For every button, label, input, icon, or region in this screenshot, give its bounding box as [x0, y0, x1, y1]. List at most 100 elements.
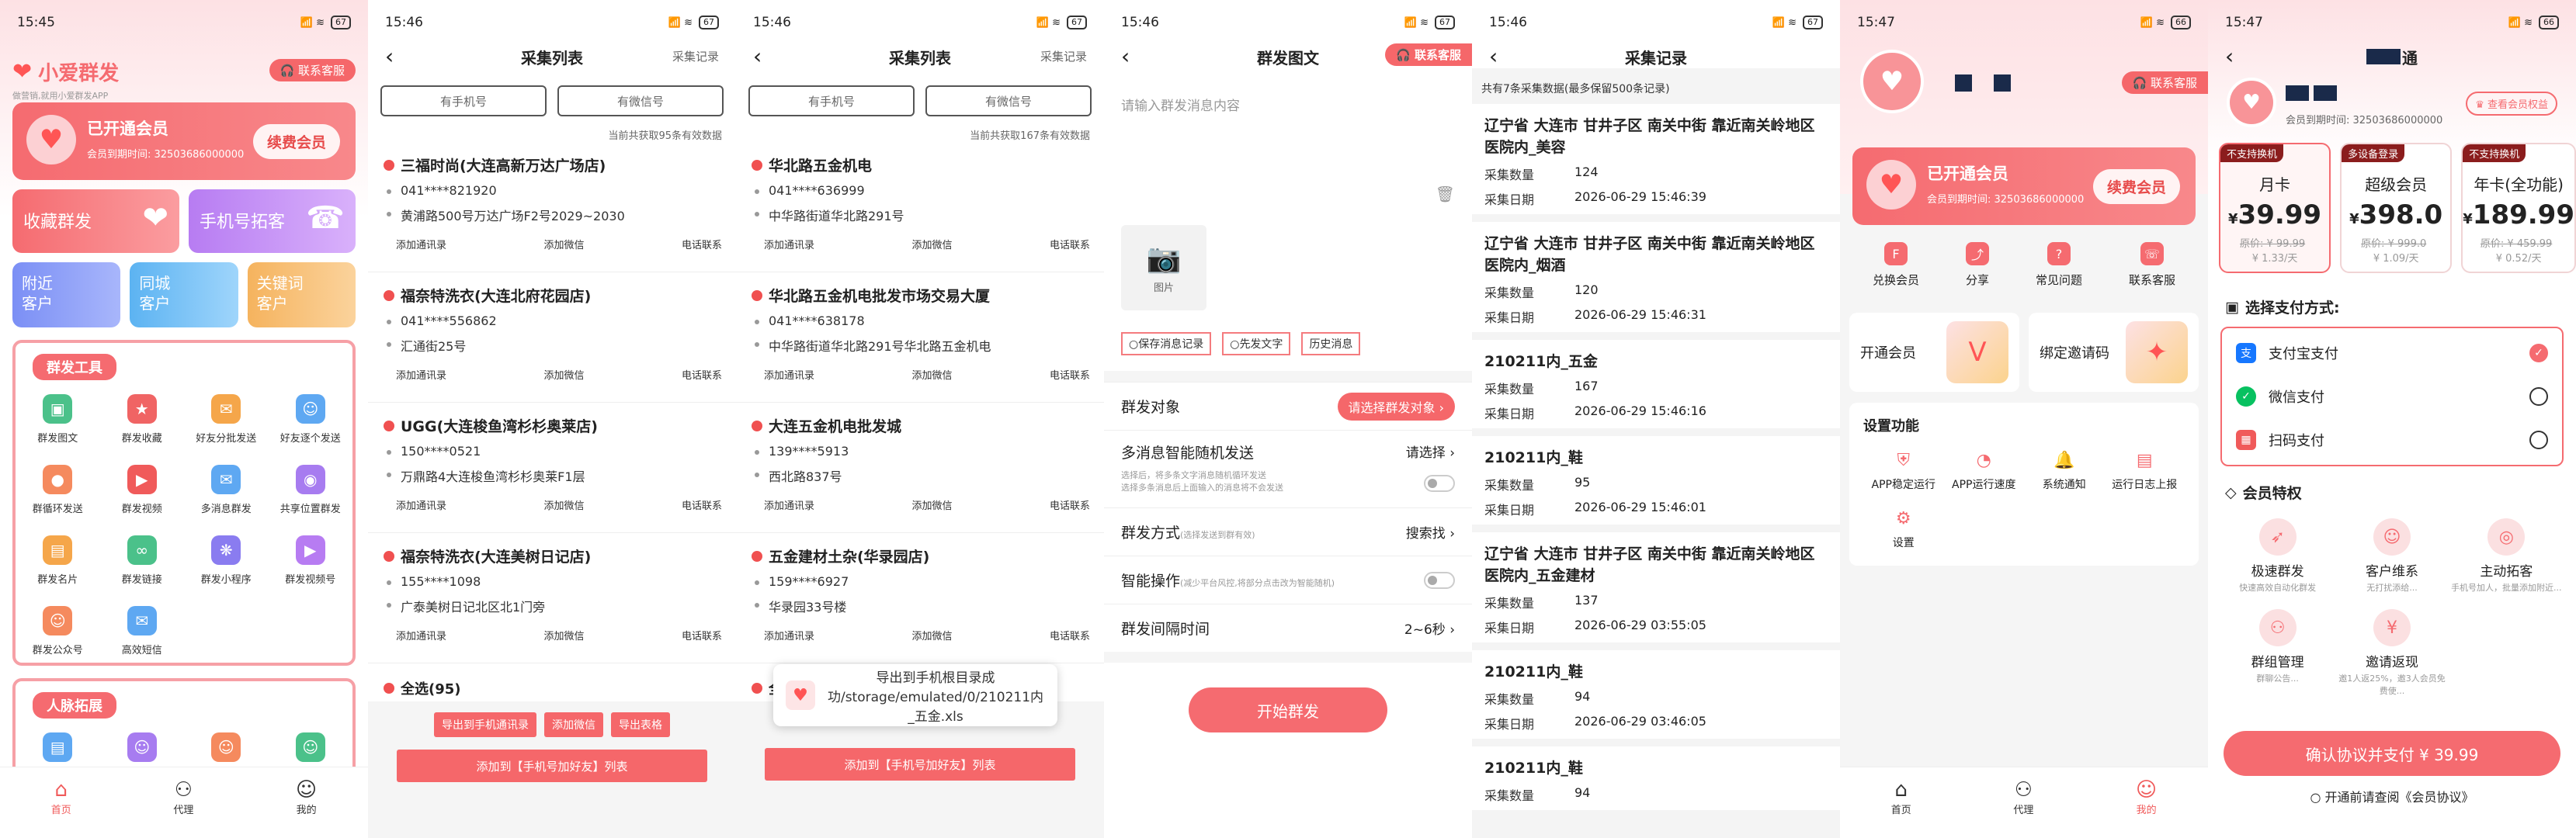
- tile-phone-prospect[interactable]: 手机号拓客 ☎: [189, 189, 356, 253]
- radio[interactable]: [2529, 387, 2548, 406]
- add-wechat-button[interactable]: 添加微信: [543, 237, 584, 251]
- tile-keyword-customers[interactable]: 关键词 客户: [247, 262, 356, 327]
- tool-item[interactable]: ★ 群发收藏: [100, 394, 185, 445]
- add-wechat-button[interactable]: 添加微信: [911, 237, 952, 251]
- tool-item[interactable]: ☺ 群发公众号: [16, 606, 100, 656]
- nav-home[interactable]: ⌂ 首页: [51, 778, 71, 816]
- add-wechat-button[interactable]: 添加微信: [543, 628, 584, 642]
- nav-mine[interactable]: ☺ 我的: [2136, 778, 2157, 816]
- add-wechat-button[interactable]: 添加微信: [543, 497, 584, 512]
- call-button[interactable]: 电话联系: [682, 628, 722, 642]
- back-icon[interactable]: ‹: [753, 45, 762, 68]
- smart-op-toggle[interactable]: [1424, 571, 1455, 589]
- tool-item[interactable]: ▤ 群发名片: [16, 535, 100, 586]
- select-target-button[interactable]: 请选择群发对象 ›: [1337, 392, 1455, 421]
- add-image-button[interactable]: 📷 图片: [1121, 225, 1206, 310]
- history-button[interactable]: 历史消息: [1301, 332, 1361, 355]
- pay-qrcode[interactable]: ▦ 扫码支付: [2236, 418, 2548, 462]
- faq-button[interactable]: ? 常见问题: [2036, 242, 2082, 288]
- plan-super[interactable]: 多设备登录 超级会员 ¥398.0 原价: ¥ 999.0 ¥ 1.09/天: [2340, 143, 2453, 273]
- tool-item[interactable]: ▣ 群发图文: [16, 394, 100, 445]
- collect-records-link[interactable]: 采集记录: [1040, 48, 1087, 64]
- add-wechat-bulk-button[interactable]: 添加微信: [544, 712, 603, 737]
- add-wechat-button[interactable]: 添加微信: [911, 497, 952, 512]
- add-contact-button[interactable]: 添加通讯录: [764, 237, 814, 251]
- contact-service-button[interactable]: 🎧 联系客服: [1385, 43, 1472, 66]
- call-button[interactable]: 电话联系: [682, 367, 722, 382]
- tile-nearby-customers[interactable]: 附近 客户: [12, 262, 121, 327]
- add-wechat-button[interactable]: 添加微信: [911, 367, 952, 382]
- call-button[interactable]: 电话联系: [682, 237, 722, 251]
- record-item[interactable]: 辽宁省 大连市 甘井子区 南关中街 靠近南关岭地区医院内_五金建材 采集数量 137…: [1472, 532, 1840, 650]
- add-wechat-button[interactable]: 添加微信: [543, 367, 584, 382]
- record-item[interactable]: 辽宁省 大连市 甘井子区 南关中街 靠近南关岭地区医院内_烟酒 采集数量 120 采集…: [1472, 222, 1840, 340]
- add-contact-button[interactable]: 添加通讯录: [396, 237, 446, 251]
- record-item[interactable]: 210211内_五金 采集数量 167 采集日期 2026-06-29 15:46:16: [1472, 340, 1840, 436]
- tool-item[interactable]: ▶ 群发视频: [100, 465, 185, 515]
- agreement-checkbox[interactable]: ○ 开通前请查阅《会员协议》: [2208, 787, 2576, 805]
- export-sheet-button[interactable]: 导出表格: [611, 712, 670, 737]
- start-send-button[interactable]: 开始群发: [1189, 687, 1387, 732]
- open-member-card[interactable]: 开通会员 V: [1849, 313, 2019, 392]
- back-icon[interactable]: ‹: [2225, 45, 2234, 68]
- nav-mine[interactable]: ☺ 我的: [296, 778, 317, 816]
- tool-item[interactable]: ▶ 群发视频号: [269, 535, 353, 586]
- text-first-checkbox[interactable]: ○先发文字: [1222, 332, 1291, 355]
- app-stable-run[interactable]: ⛨ APP稳定运行: [1863, 451, 1944, 492]
- add-to-phone-friend-list-button[interactable]: 添加到【手机号加好友】列表: [397, 750, 707, 782]
- radio[interactable]: [2529, 431, 2548, 449]
- trash-icon[interactable]: 🗑: [1436, 185, 1455, 203]
- pay-alipay[interactable]: 支支付宝支付 ✓: [2236, 331, 2548, 375]
- tool-item[interactable]: ∞ 群发链接: [100, 535, 185, 586]
- tab-has-phone[interactable]: 有手机号: [748, 85, 915, 116]
- record-item[interactable]: 210211内_鞋 采集数量 94 采集日期 2026-06-29 03:46:05: [1472, 650, 1840, 746]
- record-item[interactable]: 210211内_鞋 采集数量 95 采集日期 2026-06-29 15:46:01: [1472, 436, 1840, 532]
- back-icon[interactable]: ‹: [1121, 45, 1130, 68]
- plan-yearly[interactable]: 不支持换机 年卡(全功能) ¥189.99 原价: ¥ 459.99 ¥ 0.52/天: [2461, 143, 2576, 273]
- interval-row[interactable]: 群发间隔时间 2~6秒 ›: [1104, 604, 1472, 652]
- call-button[interactable]: 电话联系: [1050, 628, 1090, 642]
- share-button[interactable]: ⤴ 分享: [1965, 242, 1989, 288]
- add-wechat-button[interactable]: 添加微信: [911, 628, 952, 642]
- add-contact-button[interactable]: 添加通讯录: [396, 497, 446, 512]
- tool-item[interactable]: ✉ 高效短信: [100, 606, 185, 656]
- add-contact-button[interactable]: 添加通讯录: [764, 497, 814, 512]
- call-button[interactable]: 电话联系: [1050, 497, 1090, 512]
- multi-message-toggle[interactable]: [1424, 475, 1455, 492]
- plan-monthly[interactable]: 不支持换机 月卡 ¥39.99 原价: ¥ 99.99 ¥ 1.33/天: [2219, 143, 2331, 273]
- tool-item[interactable]: ❋ 群发小程序: [184, 535, 269, 586]
- tab-has-wechat[interactable]: 有微信号: [557, 85, 724, 116]
- tool-item[interactable]: ✉ 多消息群发: [184, 465, 269, 515]
- avatar[interactable]: ♥: [1860, 50, 1924, 113]
- app-run-speed[interactable]: ◔ APP运行速度: [1944, 451, 2025, 492]
- add-contact-button[interactable]: 添加通讯录: [764, 367, 814, 382]
- tile-favorite-send[interactable]: 收藏群发 ❤: [12, 189, 179, 253]
- add-contact-button[interactable]: 添加通讯录: [764, 628, 814, 642]
- call-button[interactable]: 电话联系: [682, 497, 722, 512]
- settings[interactable]: ⚙ 设置: [1863, 509, 1944, 550]
- view-member-benefits-button[interactable]: ♛ 查看会员权益: [2466, 92, 2557, 116]
- tile-city-customers[interactable]: 同城 客户: [130, 262, 238, 327]
- nav-agent[interactable]: ⚇ 代理: [173, 778, 193, 816]
- add-to-phone-friend-list-button[interactable]: 添加到【手机号加好友】列表: [765, 748, 1075, 781]
- tool-item[interactable]: ✉ 好友分批发送: [184, 394, 269, 445]
- bind-invite-code-card[interactable]: 绑定邀请码 ✦: [2029, 313, 2199, 392]
- call-button[interactable]: 电话联系: [1050, 367, 1090, 382]
- system-notify[interactable]: 🔔 系统通知: [2024, 451, 2105, 492]
- save-record-checkbox[interactable]: ○保存消息记录: [1121, 332, 1212, 355]
- tab-has-phone[interactable]: 有手机号: [380, 85, 547, 116]
- record-item[interactable]: 210211内_鞋 采集数量 94: [1472, 746, 1840, 818]
- confirm-pay-button[interactable]: 确认协议并支付 ¥ 39.99: [2224, 731, 2560, 776]
- contact-service-item[interactable]: ☏ 联系客服: [2129, 242, 2175, 288]
- renew-member-button[interactable]: 续费会员: [2092, 169, 2180, 204]
- tool-item[interactable]: ● 群循环发送: [16, 465, 100, 515]
- record-item[interactable]: 辽宁省 大连市 甘井子区 南关中街 靠近南关岭地区医院内_美容 采集数量 124 采集…: [1472, 104, 1840, 222]
- add-contact-button[interactable]: 添加通讯录: [396, 367, 446, 382]
- export-contacts-button[interactable]: 导出到手机通讯录: [434, 712, 536, 737]
- send-mode-row[interactable]: 群发方式(选择发送到群有效) 搜索找 ›: [1104, 507, 1472, 556]
- nav-agent[interactable]: ⚇ 代理: [2013, 778, 2033, 816]
- contact-service-button[interactable]: 🎧 联系客服: [2121, 71, 2208, 94]
- back-icon[interactable]: ‹: [1489, 45, 1498, 68]
- back-icon[interactable]: ‹: [385, 45, 394, 68]
- tab-has-wechat[interactable]: 有微信号: [925, 85, 1092, 116]
